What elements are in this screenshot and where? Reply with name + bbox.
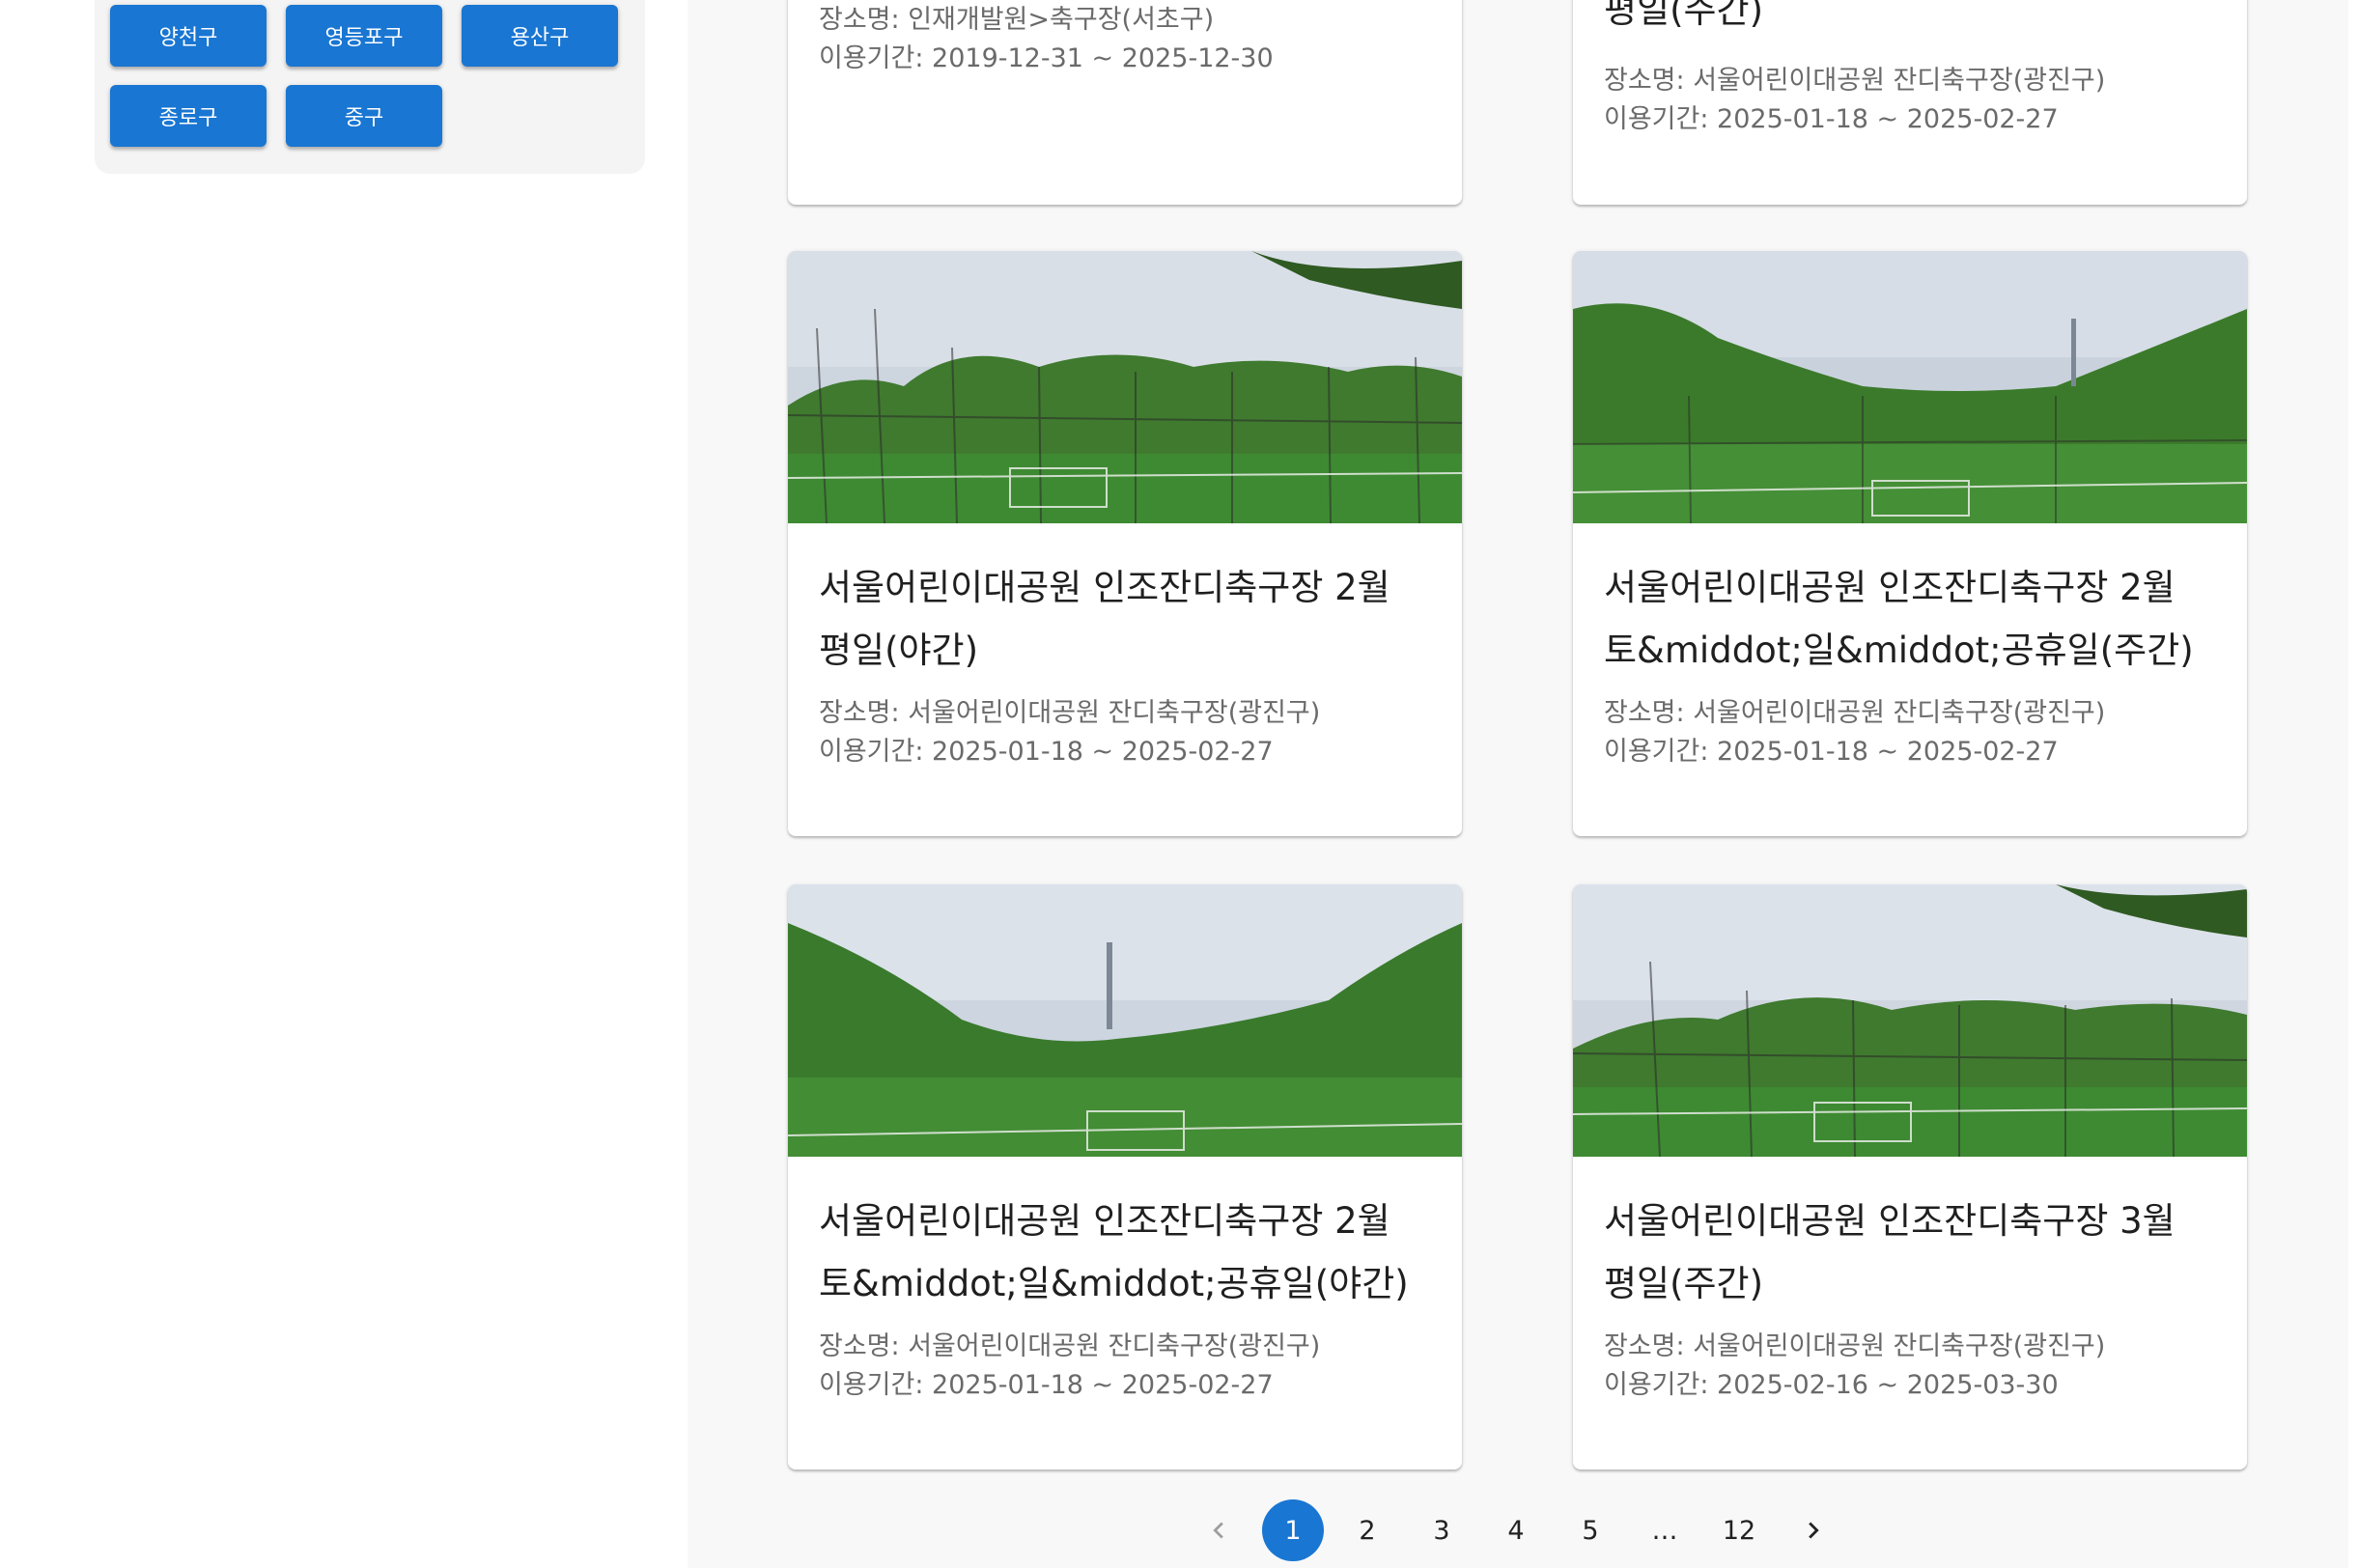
card-title-line2: 평일(야간) (819, 630, 979, 671)
card-place: 장소명: 인재개발원>축구장(서초구) (819, 5, 1215, 35)
card-period: 이용기간: 2025-02-16 ~ 2025-03-30 (1604, 1370, 2059, 1400)
page-button-12[interactable]: 12 (1708, 1499, 1770, 1561)
page-ellipsis: … (1651, 1515, 1678, 1546)
page-button-2[interactable]: 2 (1336, 1499, 1398, 1561)
page-button-5[interactable]: 5 (1559, 1499, 1621, 1561)
pagination: 1 2 3 4 5 … 12 (688, 1499, 2348, 1561)
facility-card[interactable]: 서울어린이대공원 인조잔디축구장 2월 토&middot;일&middot;공휴… (788, 884, 1462, 1470)
page-button-1[interactable]: 1 (1262, 1499, 1324, 1561)
chevron-right-icon (1809, 1522, 1819, 1539)
card-period: 이용기간: 2025-01-18 ~ 2025-02-27 (1604, 737, 2059, 767)
card-period: 이용기간: 2025-01-18 ~ 2025-02-27 (819, 737, 1274, 767)
district-button-yangcheon[interactable]: 양천구 (110, 5, 267, 67)
field-photo (788, 884, 1462, 1157)
card-place: 장소명: 서울어린이대공원 잔디축구장(광진구) (1604, 66, 2106, 96)
facility-list-area: 장소명: 인재개발원>축구장(서초구) 이용기간: 2019-12-31 ~ 2… (688, 0, 2348, 1568)
card-place: 장소명: 서울어린이대공원 잔디축구장(광진구) (1604, 1331, 2106, 1361)
card-title-line2: 토&middot;일&middot;공휴일(주간) (1604, 630, 2194, 671)
district-filter-panel: 양천구 영등포구 용산구 종로구 중구 (95, 0, 645, 174)
card-place: 장소명: 서울어린이대공원 잔디축구장(광진구) (819, 1331, 1321, 1361)
field-photo (1573, 884, 2247, 1157)
district-button-yongsan[interactable]: 용산구 (462, 5, 618, 67)
page-button-4[interactable]: 4 (1485, 1499, 1547, 1561)
card-title-line1: 서울어린이대공원 인조잔디축구장 2월 (1604, 567, 2176, 608)
next-page-button[interactable] (1783, 1499, 1844, 1561)
district-button-jongno[interactable]: 종로구 (110, 85, 267, 147)
district-button-yeongdeungpo[interactable]: 영등포구 (286, 5, 442, 67)
page-button-3[interactable]: 3 (1411, 1499, 1473, 1561)
card-title-line2: 토&middot;일&middot;공휴일(야간) (819, 1263, 1409, 1304)
card-title-line1: 서울어린이대공원 인조잔디축구장 2월 (819, 1200, 1390, 1242)
card-period: 이용기간: 2019-12-31 ~ 2025-12-30 (819, 43, 1274, 73)
card-title-line2: 평일(주간) (1604, 1263, 1764, 1304)
card-title-line2: 평일(주간) (1604, 0, 1764, 31)
card-place: 장소명: 서울어린이대공원 잔디축구장(광진구) (1604, 698, 2106, 728)
prev-page-button[interactable] (1188, 1499, 1249, 1561)
facility-card[interactable]: 서울어린이대공원 인조잔디축구장 2월 토&middot;일&middot;공휴… (1573, 251, 2247, 836)
card-period: 이용기간: 2025-01-18 ~ 2025-02-27 (819, 1370, 1274, 1400)
facility-card[interactable]: 서울어린이대공원 인조잔디축구장 3월 평일(주간) 장소명: 서울어린이대공원… (1573, 884, 2247, 1470)
card-title-line1: 서울어린이대공원 인조잔디축구장 3월 (1604, 1200, 2176, 1242)
field-photo (788, 251, 1462, 523)
facility-card[interactable]: 평일(주간) 장소명: 서울어린이대공원 잔디축구장(광진구) 이용기간: 20… (1573, 0, 2247, 205)
chevron-left-icon (1213, 1522, 1223, 1539)
district-button-jung[interactable]: 중구 (286, 85, 442, 147)
card-place: 장소명: 서울어린이대공원 잔디축구장(광진구) (819, 698, 1321, 728)
card-title-line1: 서울어린이대공원 인조잔디축구장 2월 (819, 567, 1390, 608)
field-photo (1573, 251, 2247, 523)
facility-card[interactable]: 서울어린이대공원 인조잔디축구장 2월 평일(야간) 장소명: 서울어린이대공원… (788, 251, 1462, 836)
card-period: 이용기간: 2025-01-18 ~ 2025-02-27 (1604, 104, 2059, 134)
facility-card[interactable]: 장소명: 인재개발원>축구장(서초구) 이용기간: 2019-12-31 ~ 2… (788, 0, 1462, 205)
